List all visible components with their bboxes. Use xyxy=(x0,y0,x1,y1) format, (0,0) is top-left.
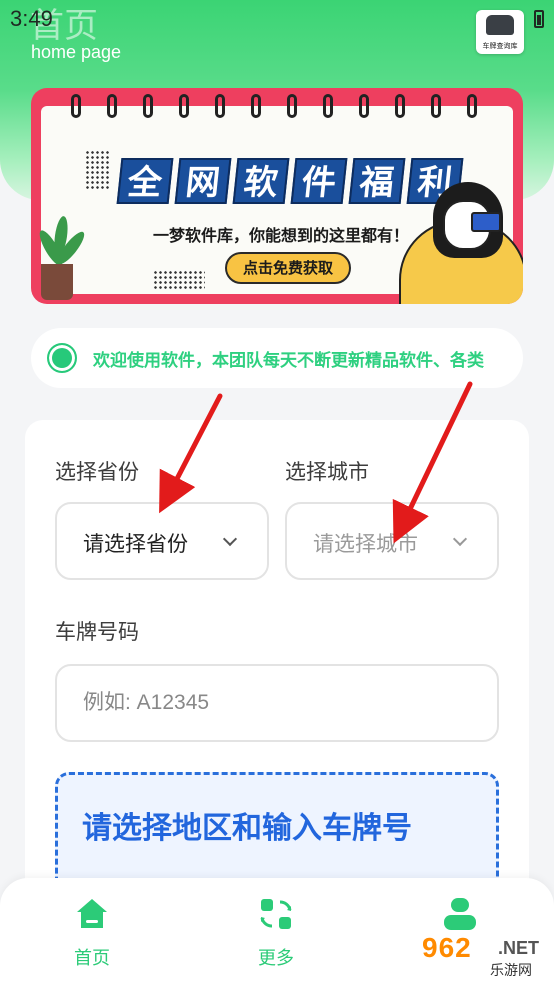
province-select-value: 请选择省份 xyxy=(83,532,188,556)
city-label: 选择城市 xyxy=(285,460,369,484)
province-label: 选择省份 xyxy=(55,460,139,484)
notice-marquee: 欢迎使用软件，本团队每天不断更新精品软件、各类 xyxy=(31,328,523,388)
plate-label: 车牌号码 xyxy=(55,620,139,644)
spiral-binding xyxy=(71,94,511,120)
nav-item-home[interactable]: 首页 xyxy=(42,878,142,984)
hint-text: 请选择地区和输入车牌号 xyxy=(82,811,412,846)
home-icon xyxy=(77,899,107,928)
watermark-logo: 962 .NET 乐游网 xyxy=(414,932,554,984)
notice-text: 欢迎使用软件，本团队每天不断更新精品软件、各类 xyxy=(93,351,484,371)
plate-number-input[interactable] xyxy=(55,664,499,742)
phone-icon xyxy=(471,212,501,232)
notice-dot-icon xyxy=(47,343,77,373)
nav-label-home: 首页 xyxy=(74,948,110,969)
page-subtitle: home page xyxy=(31,42,122,62)
city-select-placeholder: 请选择城市 xyxy=(313,532,418,556)
user-icon xyxy=(444,898,476,930)
app-badge-label: 车牌查询库 xyxy=(482,42,518,50)
refresh-icon xyxy=(260,899,292,929)
watermark-text: 乐游网 xyxy=(490,963,532,979)
province-select[interactable]: 请选择省份 xyxy=(55,502,269,580)
chevron-down-icon xyxy=(452,531,468,547)
banner-title-char: 软 xyxy=(232,158,290,204)
screen: 首页 3:49 home page 车牌查询库 全 网 软 件 福 利 一梦软件… xyxy=(0,0,554,984)
dots-decoration xyxy=(153,270,205,290)
banner-title-char: 件 xyxy=(290,158,348,204)
nav-item-more[interactable]: 更多 xyxy=(226,878,326,984)
banner-title-char: 全 xyxy=(116,158,174,204)
plant-pot xyxy=(41,264,73,300)
watermark-net: .NET xyxy=(498,938,540,958)
watermark-number: 962 xyxy=(422,932,472,963)
banner-title-char: 福 xyxy=(348,158,406,204)
banner-caption: 一梦软件库，你能想到的这里都有！ xyxy=(153,226,410,245)
dots-decoration xyxy=(85,150,109,190)
chevron-down-icon xyxy=(222,531,238,547)
banner-title: 全 网 软 件 福 利 xyxy=(116,158,464,210)
nav-label-more: 更多 xyxy=(258,948,294,969)
city-select[interactable]: 请选择城市 xyxy=(285,502,499,580)
car-icon xyxy=(486,15,514,35)
app-badge[interactable]: 车牌查询库 xyxy=(476,10,524,54)
banner-title-char: 网 xyxy=(174,158,232,204)
promo-banner[interactable]: 全 网 软 件 福 利 一梦软件库，你能想到的这里都有！ 点击免费获取 xyxy=(31,88,523,304)
banner-cta-button[interactable]: 点击免费获取 xyxy=(225,252,351,284)
battery-icon xyxy=(534,10,544,28)
status-time: 3:49 xyxy=(10,6,53,31)
